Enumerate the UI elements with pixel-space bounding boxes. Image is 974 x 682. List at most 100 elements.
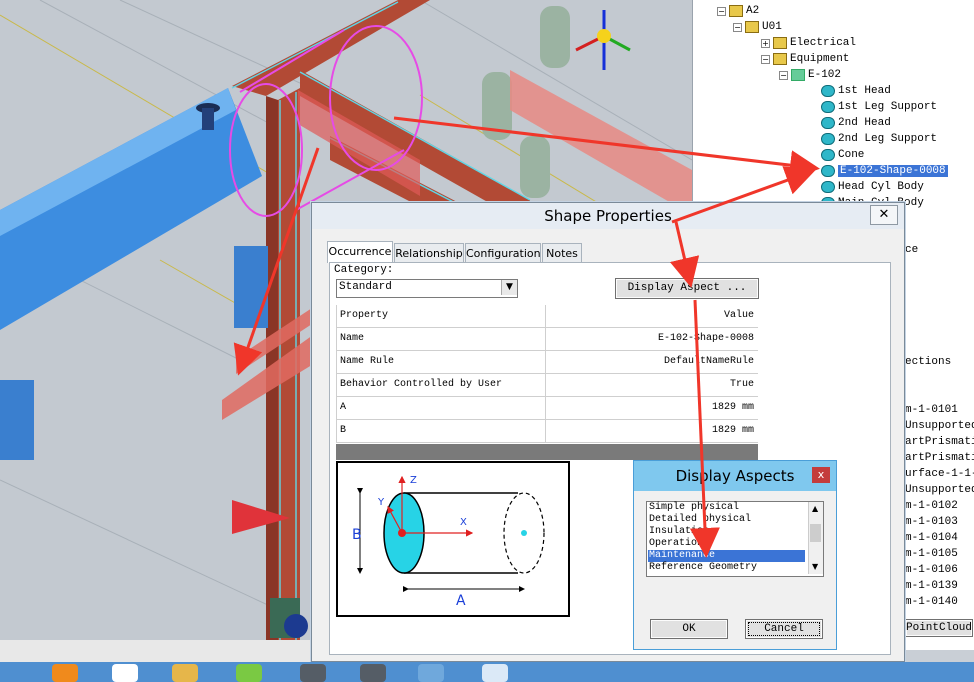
dialog-titlebar[interactable]: Shape Properties ✕ — [312, 203, 904, 229]
folder-icon — [745, 21, 759, 33]
ok-button[interactable]: OK — [650, 619, 728, 639]
app-icon[interactable] — [360, 664, 386, 682]
grid-row[interactable]: Name E-102-Shape-0008 — [336, 328, 758, 351]
tree-node-1st-head[interactable]: 1st Head — [821, 83, 891, 99]
expand-icon[interactable]: − — [717, 6, 726, 16]
display-aspects-title: Display Aspects — [675, 467, 795, 485]
grid-property: Name Rule — [336, 351, 546, 373]
tree-fragment: artPrismatic — [905, 452, 974, 464]
tree-fragment: ce — [905, 244, 919, 256]
app-icon[interactable] — [52, 664, 78, 682]
scroll-down-icon[interactable]: ▼ — [812, 562, 818, 571]
grid-property: B — [336, 420, 546, 442]
tree-node-2nd-leg-support[interactable]: 2nd Leg Support — [821, 131, 937, 147]
app-icon[interactable] — [112, 664, 138, 682]
dialog-title: Shape Properties — [544, 207, 672, 225]
display-aspects-list[interactable]: Simple physical Detailed physical Insula… — [646, 501, 824, 577]
paint-icon[interactable] — [172, 664, 198, 682]
list-item[interactable]: Detailed physical — [649, 514, 751, 526]
tree-fragment: m-1-0106 — [905, 564, 958, 576]
scroll-up-icon[interactable]: ▲ — [812, 504, 818, 513]
diagram-z-label: Z — [410, 475, 417, 486]
grid-value[interactable]: DefaultNameRule — [546, 351, 758, 373]
close-icon[interactable]: x — [812, 467, 830, 483]
tab-notes[interactable]: Notes — [542, 243, 582, 263]
diagram-a-label: A — [456, 593, 466, 609]
list-scrollbar[interactable]: ▲ ▼ — [808, 502, 823, 574]
part-icon — [821, 133, 835, 145]
grid-value[interactable]: 1829 mm — [546, 397, 758, 419]
expand-icon[interactable]: − — [779, 70, 788, 80]
diagram-x-label: X — [460, 517, 467, 528]
tree-fragment: urface-1-1-0 — [905, 468, 974, 480]
grid-row[interactable]: A 1829 mm — [336, 397, 758, 420]
grid-header-property: Property — [336, 305, 546, 327]
category-label: Category: — [334, 264, 394, 276]
app-icon[interactable] — [300, 664, 326, 682]
display-aspects-dialog: Display Aspects x Simple physical Detail… — [633, 460, 837, 650]
diagram-b-label: B — [352, 527, 362, 543]
taskbar — [0, 662, 974, 682]
tree-fragment: m-1-0104 — [905, 532, 958, 544]
part-icon — [821, 117, 835, 129]
category-select[interactable]: Standard ▼ — [336, 279, 518, 298]
tree-node-cone[interactable]: Cone — [821, 147, 864, 163]
grid-separator — [336, 444, 758, 460]
grid-value[interactable]: E-102-Shape-0008 — [546, 328, 758, 350]
tab-occurrence[interactable]: Occurrence — [327, 241, 393, 263]
part-icon — [821, 149, 835, 161]
chevron-down-icon[interactable]: ▼ — [501, 280, 517, 295]
tree-node-2nd-head[interactable]: 2nd Head — [821, 115, 891, 131]
tree-fragment: Unsupported — [905, 484, 974, 496]
app-icon[interactable] — [418, 664, 444, 682]
grid-row[interactable]: Name Rule DefaultNameRule — [336, 351, 758, 374]
folder-icon — [773, 53, 787, 65]
category-value: Standard — [339, 281, 392, 293]
tree-node-e-102-shape-0008[interactable]: E-102-Shape-0008 — [821, 163, 948, 179]
cancel-button[interactable]: Cancel — [745, 619, 823, 639]
part-icon — [821, 101, 835, 113]
list-item[interactable]: Operation — [649, 538, 703, 550]
grid-header-value: Value — [723, 310, 754, 321]
pointcloud-button[interactable]: PointCloud — [905, 619, 973, 637]
list-item[interactable]: Simple physical — [649, 502, 739, 514]
tree-fragment: m-1-0105 — [905, 548, 958, 560]
close-icon[interactable]: ✕ — [870, 205, 898, 225]
shape-diagram: Z Y X B A — [336, 461, 570, 617]
tree-fragment: m-1-0103 — [905, 516, 958, 528]
grid-header: Property Value — [336, 305, 758, 328]
part-icon — [821, 85, 835, 97]
tree-node-equipment[interactable]: − Equipment — [761, 51, 849, 67]
list-item[interactable]: Reference Geometry — [649, 562, 757, 574]
tree-node-head-cyl-body[interactable]: Head Cyl Body — [821, 179, 924, 195]
grid-value[interactable]: 1829 mm — [546, 420, 758, 442]
tree-fragment: Unsupported — [905, 420, 974, 432]
tree-fragment: ections — [905, 356, 952, 368]
folder-icon — [773, 37, 787, 49]
scroll-thumb[interactable] — [810, 524, 821, 542]
expand-icon[interactable]: + — [761, 38, 770, 48]
display-aspects-titlebar[interactable]: Display Aspects x — [634, 461, 836, 491]
tree-node-u01[interactable]: − U01 — [733, 19, 782, 35]
tree-node-electrical[interactable]: + Electrical — [761, 35, 856, 51]
display-aspect-button[interactable]: Display Aspect ... — [615, 278, 759, 299]
tree-fragment: artPrismatic — [905, 436, 974, 448]
tree-fragment: m-1-0101 — [905, 404, 958, 416]
diagram-y-label: Y — [377, 497, 385, 508]
grid-row[interactable]: Behavior Controlled by User True — [336, 374, 758, 397]
grid-property: A — [336, 397, 546, 419]
grid-value[interactable]: True — [546, 374, 758, 396]
tab-configuration[interactable]: Configuration — [465, 243, 541, 263]
expand-icon[interactable]: − — [761, 54, 770, 64]
app-icon[interactable] — [236, 664, 262, 682]
tree-node-e-102[interactable]: − E-102 — [779, 67, 841, 83]
list-item[interactable]: Insulation — [649, 526, 709, 538]
list-item-selected[interactable]: Maintenance — [648, 550, 805, 562]
tree-fragment: m-1-0102 — [905, 500, 958, 512]
tree-node-a2[interactable]: − A2 — [717, 3, 759, 19]
expand-icon[interactable]: − — [733, 22, 742, 32]
tree-node-1st-leg-support[interactable]: 1st Leg Support — [821, 99, 937, 115]
grid-row[interactable]: B 1829 mm — [336, 420, 758, 443]
tab-relationship[interactable]: Relationship — [394, 243, 464, 263]
app-icon[interactable] — [482, 664, 508, 682]
